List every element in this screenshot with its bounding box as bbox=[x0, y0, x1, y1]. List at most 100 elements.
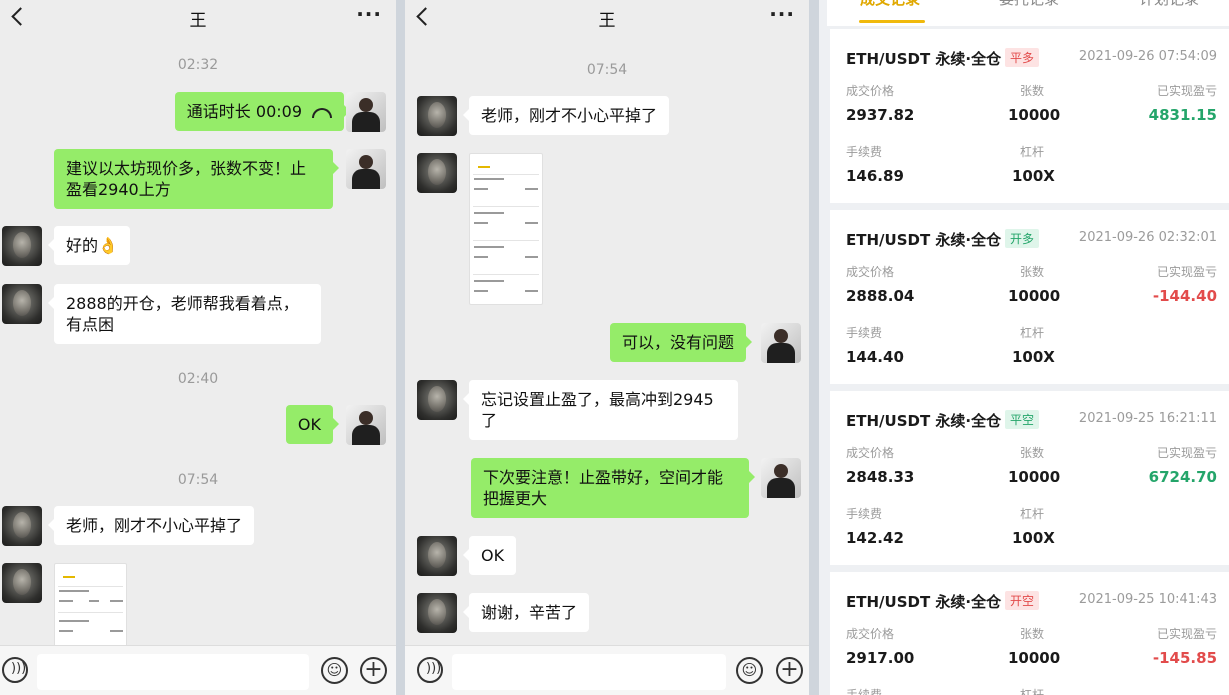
timestamp: 07:54 bbox=[177, 472, 219, 488]
trade-record-card[interactable]: ETH/USDT 永续·全仓 开空 2021-09-25 10:41:43 成交… bbox=[830, 572, 1229, 695]
trade-record-card[interactable]: ETH/USDT 永续·全仓 平空 2021-09-25 16:21:11 成交… bbox=[830, 391, 1229, 565]
tab-bar: 成交记录 委托记录 计划记录 bbox=[827, 0, 1229, 26]
message-input[interactable] bbox=[37, 654, 309, 690]
trade-records-panel: 成交记录 委托记录 计划记录 ETH/USDT 永续·全仓 平多 2021-09… bbox=[827, 0, 1229, 695]
message-bubble[interactable]: 好的👌 bbox=[48, 226, 130, 265]
fee-label: 手续费 bbox=[846, 507, 883, 521]
qty-label: 张数 bbox=[1020, 84, 1045, 98]
price-value: 2937.82 bbox=[846, 106, 915, 124]
leverage-label: 杠杆 bbox=[1020, 145, 1045, 159]
avatar-contact[interactable] bbox=[417, 380, 457, 420]
qty-label: 张数 bbox=[1020, 627, 1045, 641]
side-badge: 平空 bbox=[1005, 410, 1040, 429]
pnl-value: 4831.15 bbox=[1148, 106, 1217, 124]
leverage-label: 杠杆 bbox=[1020, 688, 1045, 695]
qty-value: 10000 bbox=[1008, 649, 1061, 667]
message-bubble[interactable]: OK bbox=[285, 405, 340, 444]
avatar-contact[interactable] bbox=[2, 506, 42, 546]
avatar-self[interactable] bbox=[761, 323, 801, 363]
tab-trade-history[interactable]: 成交记录 bbox=[860, 0, 920, 9]
fee-label: 手续费 bbox=[846, 145, 883, 159]
emoji-icon[interactable]: ☺ bbox=[736, 657, 763, 684]
message-bubble[interactable]: 下次要注意！止盈带好，空间才能把握更大 bbox=[471, 458, 755, 518]
qty-label: 张数 bbox=[1020, 446, 1045, 460]
timestamp: 07:54 bbox=[586, 62, 628, 78]
trade-pair: ETH/USDT 永续·全仓 bbox=[846, 50, 1002, 68]
timestamp: 02:32 bbox=[177, 57, 219, 73]
chat-title: 王 bbox=[598, 11, 616, 31]
avatar-contact[interactable] bbox=[2, 226, 42, 266]
side-badge: 开空 bbox=[1005, 591, 1040, 610]
more-options-icon[interactable]: ··· bbox=[769, 2, 795, 26]
avatar-contact[interactable] bbox=[2, 563, 42, 603]
trade-record-card[interactable]: ETH/USDT 永续·全仓 平多 2021-09-26 07:54:09 成交… bbox=[830, 29, 1229, 203]
qty-label: 张数 bbox=[1020, 265, 1045, 279]
trade-pair: ETH/USDT 永续·全仓 bbox=[846, 231, 1002, 249]
trade-record-card[interactable]: ETH/USDT 永续·全仓 开多 2021-09-26 02:32:01 成交… bbox=[830, 210, 1229, 384]
trade-time: 2021-09-25 16:21:11 bbox=[1078, 411, 1217, 426]
pnl-label: 已实现盈亏 bbox=[1156, 627, 1217, 641]
avatar-self[interactable] bbox=[346, 149, 386, 189]
avatar-self[interactable] bbox=[346, 405, 386, 445]
price-value: 2848.33 bbox=[846, 468, 915, 486]
fee-label: 手续费 bbox=[846, 688, 883, 695]
chat-header: 王 ··· bbox=[405, 0, 809, 36]
more-options-icon[interactable]: ··· bbox=[356, 2, 382, 26]
call-duration-message[interactable]: 通话时长 00:09 bbox=[174, 92, 351, 131]
price-label: 成交价格 bbox=[846, 84, 895, 98]
trade-time: 2021-09-26 02:32:01 bbox=[1078, 230, 1217, 245]
message-bubble[interactable]: 忘记设置止盈了，最高冲到2945了 bbox=[463, 380, 738, 440]
trade-pair: ETH/USDT 永续·全仓 bbox=[846, 593, 1002, 611]
qty-value: 10000 bbox=[1008, 287, 1061, 305]
message-bubble[interactable]: OK bbox=[462, 536, 517, 575]
input-bar: ))) ☺ + bbox=[0, 645, 396, 695]
side-badge: 开多 bbox=[1005, 229, 1040, 248]
price-label: 成交价格 bbox=[846, 265, 895, 279]
qty-value: 10000 bbox=[1008, 468, 1061, 486]
pnl-value: -145.85 bbox=[1152, 649, 1217, 667]
avatar-contact[interactable] bbox=[417, 96, 457, 136]
voice-input-icon[interactable]: ))) bbox=[2, 657, 28, 683]
message-bubble[interactable]: 可以，没有问题 bbox=[609, 323, 753, 362]
message-bubble[interactable]: 建议以太坊现价多，张数不变！止盈看2940上方 bbox=[54, 149, 339, 209]
message-bubble[interactable]: 2888的开仓，老师帮我看着点，有点困 bbox=[48, 284, 321, 344]
chat-title: 王 bbox=[189, 11, 207, 31]
pnl-value: -144.40 bbox=[1152, 287, 1217, 305]
active-tab-indicator bbox=[859, 20, 925, 23]
leverage-value: 100X bbox=[1012, 348, 1055, 366]
plus-icon[interactable]: + bbox=[776, 657, 803, 684]
message-bubble[interactable]: 谢谢，辛苦了 bbox=[462, 593, 590, 632]
input-bar: ))) ☺ + bbox=[405, 645, 809, 695]
price-label: 成交价格 bbox=[846, 627, 895, 641]
avatar-self[interactable] bbox=[761, 458, 801, 498]
message-input[interactable] bbox=[452, 654, 726, 690]
panel-divider bbox=[809, 0, 819, 695]
plus-icon[interactable]: + bbox=[360, 657, 387, 684]
fee-value: 146.89 bbox=[846, 167, 904, 185]
pnl-value: 6724.70 bbox=[1148, 468, 1217, 486]
avatar-contact[interactable] bbox=[2, 284, 42, 324]
timestamp: 02:40 bbox=[177, 371, 219, 387]
fee-label: 手续费 bbox=[846, 326, 883, 340]
pnl-label: 已实现盈亏 bbox=[1156, 84, 1217, 98]
avatar-contact[interactable] bbox=[417, 593, 457, 633]
pnl-label: 已实现盈亏 bbox=[1156, 446, 1217, 460]
trade-pair: ETH/USDT 永续·全仓 bbox=[846, 412, 1002, 430]
tab-plan-history[interactable]: 计划记录 bbox=[1139, 0, 1199, 9]
emoji-icon[interactable]: ☺ bbox=[321, 657, 348, 684]
tab-order-history[interactable]: 委托记录 bbox=[999, 0, 1059, 9]
avatar-self[interactable] bbox=[346, 92, 386, 132]
message-bubble[interactable]: 老师，刚才不小心平掉了 bbox=[47, 506, 255, 545]
avatar-contact[interactable] bbox=[417, 153, 457, 193]
chat-window-left: 王 ··· 02:32 通话时长 00:09 建议以太坊现价多，张数不变！止盈看… bbox=[0, 0, 396, 695]
screenshot-image-message[interactable] bbox=[54, 563, 127, 649]
message-text: 通话时长 00:09 bbox=[186, 102, 302, 121]
message-bubble[interactable]: 老师，刚才不小心平掉了 bbox=[462, 96, 670, 135]
qty-value: 10000 bbox=[1008, 106, 1061, 124]
voice-input-icon[interactable]: ))) bbox=[417, 657, 443, 683]
screenshot-image-message[interactable] bbox=[469, 153, 543, 305]
phone-hangup-icon bbox=[312, 107, 332, 118]
price-value: 2917.00 bbox=[846, 649, 915, 667]
avatar-contact[interactable] bbox=[417, 536, 457, 576]
trade-time: 2021-09-26 07:54:09 bbox=[1078, 49, 1217, 64]
